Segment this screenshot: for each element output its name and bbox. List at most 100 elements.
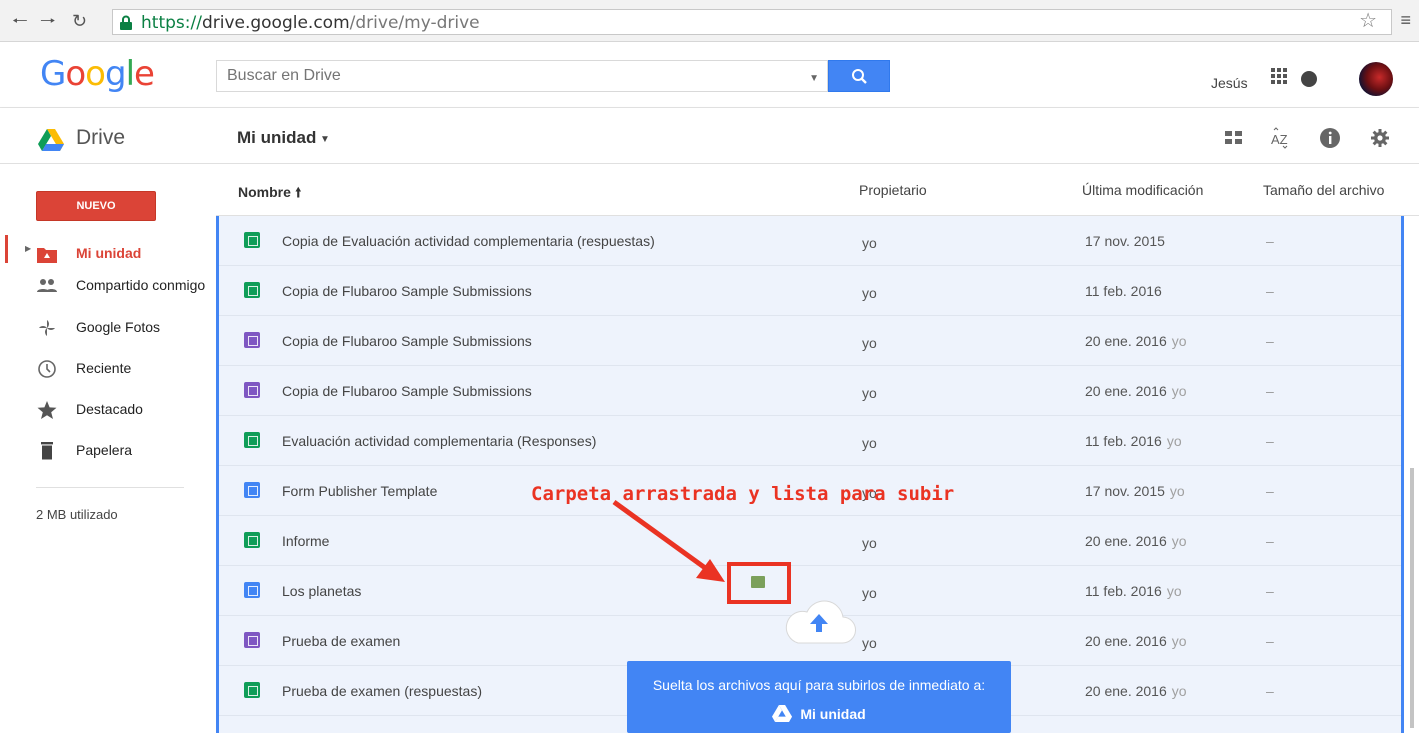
sidebar-item-label: Compartido conmigo [76, 277, 206, 293]
bookmark-star-icon[interactable]: ☆ [1359, 8, 1377, 33]
search-button[interactable] [828, 60, 890, 92]
table-row[interactable]: Copia de Flubaroo Sample Submissions yo 20… [219, 316, 1401, 366]
google-logo[interactable]: Google [40, 54, 155, 94]
file-modified-date: 20 ene. 2016 [1085, 383, 1167, 399]
browser-toolbar: 🠐 🠒 ↻ https://drive.google.com/drive/my-… [0, 0, 1419, 42]
file-name[interactable]: Evaluación actividad complementaria (Res… [282, 433, 596, 449]
search-icon [852, 69, 867, 84]
sidebar-item-my-drive[interactable]: Mi unidad [0, 236, 216, 272]
sidebar-item-trash[interactable]: Papelera [0, 433, 216, 469]
file-modified-by: yo [1171, 533, 1187, 549]
column-header-name[interactable]: Nombre 🠙 [238, 182, 302, 206]
sidebar-item-recent[interactable]: Reciente [0, 351, 216, 387]
file-name[interactable]: Los planetas [282, 583, 361, 599]
sidebar: NUEVO ▶ Mi unidad Compartido conmigo Goo… [0, 164, 216, 733]
file-name[interactable]: Form Publisher Template [282, 483, 437, 499]
file-modified-date: 11 feb. 2016 [1085, 583, 1162, 599]
file-name[interactable]: Prueba de examen (respuestas) [282, 683, 482, 699]
location-dropdown[interactable]: Mi unidad [237, 128, 316, 148]
toast-target: Mi unidad [627, 705, 1011, 722]
file-modified-by: yo [1169, 483, 1185, 499]
table-row[interactable]: Copia de Evaluación actividad complement… [219, 216, 1401, 266]
file-size: – [1266, 333, 1274, 349]
search-box: ▼ [216, 60, 828, 92]
form-file-icon [244, 332, 260, 348]
file-modified: 11 feb. 2016 yo [1085, 433, 1182, 449]
clock-icon [38, 360, 56, 378]
file-size: – [1266, 483, 1274, 499]
apps-grid-icon[interactable] [1271, 68, 1287, 84]
file-name[interactable]: Informe [282, 533, 329, 549]
file-name[interactable]: Copia de Flubaroo Sample Submissions [282, 283, 532, 299]
file-name[interactable]: Prueba de examen [282, 633, 400, 649]
chevron-down-icon[interactable]: ▼ [320, 134, 330, 145]
doc-file-icon [244, 582, 260, 598]
file-modified-date: 11 feb. 2016 [1085, 283, 1162, 299]
file-owner: yo [862, 535, 877, 551]
url-text: https://drive.google.com/drive/my-drive [141, 13, 480, 33]
file-modified: 17 nov. 2015 yo [1085, 483, 1185, 499]
file-size: – [1266, 683, 1274, 699]
table-row[interactable]: Informe yo 20 ene. 2016 yo – [219, 516, 1401, 566]
file-modified-by: yo [1171, 683, 1187, 699]
avatar[interactable] [1359, 62, 1393, 96]
sheet-file-icon [244, 532, 260, 548]
scrollbar[interactable] [1410, 468, 1414, 728]
reload-icon[interactable]: ↻ [72, 10, 87, 32]
file-modified: 20 ene. 2016 yo [1085, 383, 1187, 399]
file-modified-by: yo [1171, 633, 1187, 649]
back-arrow-icon[interactable]: 🠐 [12, 10, 28, 32]
column-header-owner[interactable]: Propietario [859, 182, 927, 198]
drive-logo-icon [38, 129, 64, 151]
sidebar-item-label: Destacado [76, 401, 143, 417]
app-name[interactable]: Drive [76, 126, 125, 150]
url-scheme: https:// [141, 13, 202, 33]
sheet-file-icon [244, 232, 260, 248]
file-modified: 17 nov. 2015 [1085, 233, 1170, 249]
table-row[interactable]: Copia de Flubaroo Sample Submissions yo 20… [219, 366, 1401, 416]
file-owner: yo [862, 235, 877, 251]
gear-icon[interactable] [1368, 126, 1392, 150]
sheet-file-icon [244, 432, 260, 448]
sidebar-item-shared[interactable]: Compartido conmigo [0, 268, 216, 304]
column-header-modified[interactable]: Última modificación [1082, 182, 1203, 198]
address-bar[interactable]: https://drive.google.com/drive/my-drive [112, 9, 1392, 35]
file-modified-by: yo [1171, 383, 1187, 399]
file-size: – [1266, 433, 1274, 449]
file-modified-date: 20 ene. 2016 [1085, 633, 1167, 649]
grid-view-icon[interactable] [1222, 126, 1246, 150]
forward-arrow-icon[interactable]: 🠒 [40, 10, 56, 32]
dragged-folder-icon[interactable] [751, 576, 765, 588]
sidebar-item-starred[interactable]: Destacado [0, 392, 216, 428]
photos-pinwheel-icon [39, 320, 55, 336]
doc-file-icon [244, 482, 260, 498]
file-owner: yo [862, 635, 877, 651]
file-modified-date: 11 feb. 2016 [1085, 433, 1162, 449]
browser-menu-icon[interactable]: ≡ [1400, 10, 1411, 31]
file-list-dropzone[interactable]: Copia de Evaluación actividad complement… [216, 216, 1404, 733]
table-row[interactable]: Copia de Flubaroo Sample Submissions yo 11… [219, 266, 1401, 316]
file-owner: yo [862, 335, 877, 351]
search-input[interactable] [217, 61, 777, 91]
my-drive-icon [37, 248, 57, 263]
toast-target-label: Mi unidad [800, 706, 866, 722]
file-modified-by: yo [1171, 333, 1187, 349]
sidebar-item-google-photos[interactable]: Google Fotos [0, 310, 216, 346]
file-modified: 20 ene. 2016 yo [1085, 633, 1187, 649]
sidebar-item-label: Papelera [76, 442, 133, 458]
lock-icon [120, 15, 132, 30]
info-icon[interactable] [1318, 126, 1342, 150]
user-name[interactable]: Jesús [1211, 75, 1248, 91]
file-name[interactable]: Copia de Flubaroo Sample Submissions [282, 383, 532, 399]
file-name[interactable]: Copia de Flubaroo Sample Submissions [282, 333, 532, 349]
table-row[interactable]: Evaluación actividad complementaria (Res… [219, 416, 1401, 466]
new-button[interactable]: NUEVO [36, 191, 156, 221]
sidebar-item-label: Google Fotos [76, 319, 161, 335]
notifications-bell-icon[interactable] [1301, 71, 1317, 87]
file-modified-date: 20 ene. 2016 [1085, 533, 1167, 549]
file-owner: yo [862, 585, 877, 601]
search-options-caret-icon[interactable]: ▼ [809, 73, 819, 84]
column-header-size[interactable]: Tamaño del archivo [1263, 182, 1384, 198]
sort-az-icon[interactable]: AZ [1268, 126, 1292, 150]
file-name[interactable]: Copia de Evaluación actividad complement… [282, 233, 655, 249]
